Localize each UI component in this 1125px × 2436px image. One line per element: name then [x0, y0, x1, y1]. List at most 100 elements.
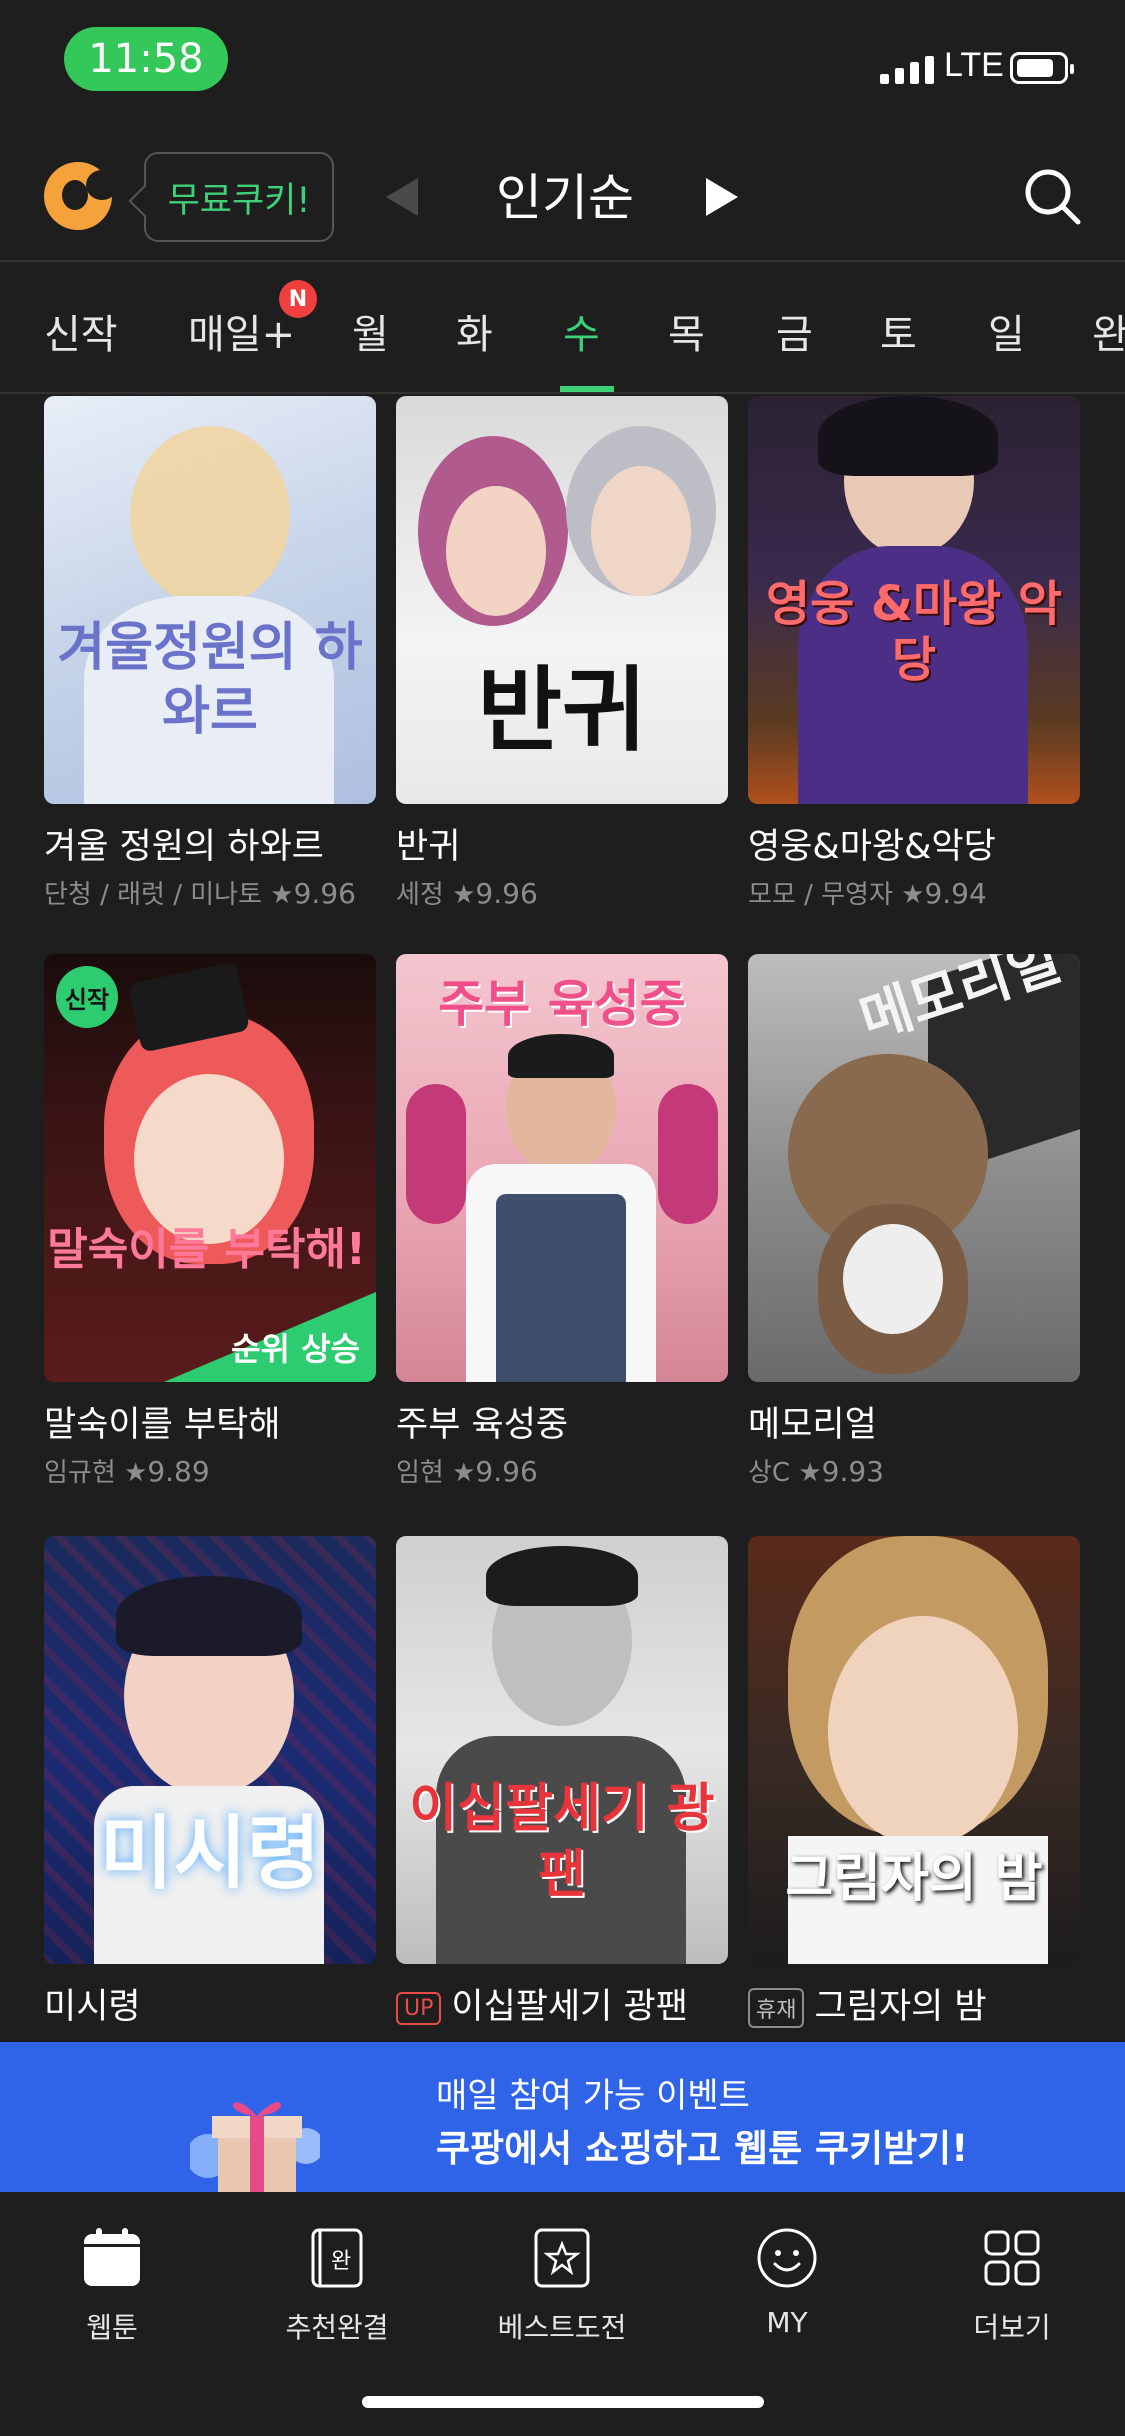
banner-title: 쿠팡에서 쇼핑하고 웹툰 쿠키받기! [436, 2127, 969, 2170]
tab-thu[interactable]: 목 [668, 302, 705, 360]
webtoon-card[interactable]: 주부 육성중 주부 육성중 임현 ★9.96 [396, 954, 728, 1494]
webtoon-meta: 단청 / 래럿 / 미나토 ★9.96 [44, 874, 356, 911]
grid-icon [984, 2230, 1040, 2286]
webtoon-score: 9.94 [924, 877, 987, 910]
tab-completed[interactable]: 완 [1092, 302, 1125, 360]
sort-next-arrow-icon[interactable] [706, 178, 738, 216]
rank-up-label: 순위 상승 [231, 1330, 360, 1368]
webtoon-title: UP 이십팔세기 광팬 [396, 1978, 688, 2029]
nav-my[interactable]: MY [697, 2210, 877, 2370]
top-header: 무료쿠키! 인기순 [0, 130, 1125, 262]
free-cookie-button[interactable]: 무료쿠키! [144, 152, 334, 242]
webtoon-authors: 단청 / 래럿 / 미나토 [44, 880, 263, 910]
webtoon-score: 9.89 [147, 1455, 210, 1488]
tab-new[interactable]: 신작 [44, 302, 118, 360]
calendar-icon [84, 2228, 140, 2286]
webtoon-title: 영웅&마왕&악당 [748, 827, 996, 867]
cover-title: 주부 육성중 [438, 975, 686, 1033]
star-icon: ★ [452, 1458, 476, 1488]
tab-daily-plus[interactable]: 매일+ [188, 302, 295, 360]
day-tabs: 신작 매일+ 월 화 수 목 금 토 일 완 [0, 264, 1125, 394]
tab-fri[interactable]: 금 [776, 302, 813, 360]
nav-label: 더보기 [973, 2311, 1051, 2344]
star-icon: ★ [798, 1458, 822, 1488]
battery-icon [1010, 52, 1074, 84]
webtoon-authors: 모모 / 무영자 [748, 880, 893, 910]
home-indicator[interactable] [362, 2396, 764, 2408]
webtoon-card[interactable]: 영웅 &마왕 악당 영웅&마왕&악당 모모 / 무영자 ★9.94 [748, 396, 1080, 916]
star-icon: ★ [901, 880, 925, 910]
webtoon-authors: 임규현 [44, 1458, 116, 1488]
star-book-icon [534, 2228, 590, 2288]
webtoon-thumbnail[interactable]: 그림자의 밤 [748, 1536, 1080, 1964]
search-icon[interactable] [1022, 166, 1082, 226]
webtoon-thumbnail[interactable]: 영웅 &마왕 악당 [748, 396, 1080, 804]
cover-title: 영웅 &마왕 악당 [765, 576, 1063, 688]
webtoon-card[interactable]: 메모리얼 메모리얼 상C ★9.93 [748, 954, 1080, 1494]
webtoon-thumbnail[interactable]: 메모리얼 [748, 954, 1080, 1382]
webtoon-title: 미시령 [44, 1987, 141, 2027]
webtoon-title: 겨울 정원의 하와르 [44, 827, 324, 867]
webtoon-meta: 상C ★9.93 [748, 1452, 884, 1489]
webtoon-authors: 임현 [396, 1458, 444, 1488]
sort-title[interactable]: 인기순 [440, 158, 690, 238]
webtoon-score: 9.96 [293, 877, 356, 910]
webtoon-thumbnail[interactable]: 미시령 [44, 1536, 376, 1964]
webtoon-card[interactable]: 겨울정원의 하와르 겨울 정원의 하와르 단청 / 래럿 / 미나토 ★9.96 [44, 396, 376, 916]
status-bar: 11:58 LTE [0, 0, 1125, 130]
webtoon-grid: 겨울정원의 하와르 겨울 정원의 하와르 단청 / 래럿 / 미나토 ★9.96… [0, 396, 1125, 2042]
webtoon-title: 반귀 [396, 827, 461, 867]
cover-title: 그림자의 밤 [785, 1849, 1043, 1909]
nav-webtoon[interactable]: 웹툰 [22, 2210, 202, 2370]
cookie-logo-icon[interactable] [44, 162, 118, 230]
webtoon-card[interactable]: 그림자의 밤 휴재 그림자의 밤 [748, 1536, 1080, 2042]
tab-sat[interactable]: 토 [880, 302, 917, 360]
webtoon-meta: 모모 / 무영자 ★9.94 [748, 874, 987, 911]
webtoon-card[interactable]: 말숙이를 부탁해! 순위 상승 신작 말숙이를 부탁해 임규현 ★9.89 [44, 954, 376, 1494]
book-complete-icon-label: 완 [331, 2249, 351, 2274]
status-time: 11:58 [64, 27, 228, 91]
cellular-signal-icon [880, 54, 934, 84]
webtoon-card[interactable]: 미시령 미시령 [44, 1536, 376, 2042]
star-icon: ★ [270, 880, 294, 910]
webtoon-title: 주부 육성중 [396, 1405, 569, 1445]
nav-more[interactable]: 더보기 [922, 2210, 1102, 2370]
tab-tue[interactable]: 화 [456, 302, 493, 360]
webtoon-score: 9.96 [475, 877, 538, 910]
tab-wed[interactable]: 수 [563, 302, 600, 360]
webtoon-meta: 임규현 ★9.89 [44, 1452, 210, 1489]
cover-title: 반귀 [477, 657, 647, 764]
network-type: LTE [944, 46, 1004, 84]
tab-mon[interactable]: 월 [352, 302, 389, 360]
nav-label: 웹툰 [86, 2311, 138, 2344]
webtoon-thumbnail[interactable]: 주부 육성중 [396, 954, 728, 1382]
sort-prev-arrow-icon[interactable] [386, 178, 418, 216]
webtoon-card[interactable]: 반귀 반귀 세정 ★9.96 [396, 396, 728, 916]
webtoon-title: 메모리얼 [748, 1405, 877, 1445]
webtoon-thumbnail[interactable]: 반귀 [396, 396, 728, 804]
webtoon-title-text: 그림자의 밤 [814, 1987, 987, 2027]
new-badge: N [279, 280, 317, 318]
active-tab-indicator [560, 386, 614, 392]
webtoon-title-text: 이십팔세기 광팬 [451, 1987, 688, 2027]
book-complete-icon: 완 [311, 2228, 363, 2288]
cover-title: 이십팔세기 광팬 [409, 1779, 715, 1905]
nav-label: 베스트도전 [497, 2311, 627, 2344]
nav-label: MY [766, 2306, 808, 2339]
nav-recommended-completed[interactable]: 완 추천완결 [247, 2210, 427, 2370]
webtoon-thumbnail[interactable]: 이십팔세기 광팬 [396, 1536, 728, 1964]
banner-subtitle: 매일 참여 가능 이벤트 [436, 2076, 750, 2116]
rank-up-ribbon: 순위 상승 [44, 1292, 376, 1382]
webtoon-meta: 세정 ★9.96 [396, 874, 538, 911]
webtoon-thumbnail[interactable]: 겨울정원의 하와르 [44, 396, 376, 804]
webtoon-card[interactable]: 이십팔세기 광팬 UP 이십팔세기 광팬 [396, 1536, 728, 2042]
hiatus-badge: 휴재 [748, 1988, 805, 2028]
event-banner[interactable]: 매일 참여 가능 이벤트 쿠팡에서 쇼핑하고 웹툰 쿠키받기! [0, 2042, 1125, 2192]
gift-box-icon [190, 2102, 320, 2192]
webtoon-score: 9.93 [821, 1455, 884, 1488]
webtoon-meta: 임현 ★9.96 [396, 1452, 538, 1489]
webtoon-thumbnail[interactable]: 말숙이를 부탁해! 순위 상승 신작 [44, 954, 376, 1382]
nav-best-challenge[interactable]: 베스트도전 [472, 2210, 652, 2370]
webtoon-authors: 세정 [396, 880, 444, 910]
tab-sun[interactable]: 일 [988, 302, 1025, 360]
